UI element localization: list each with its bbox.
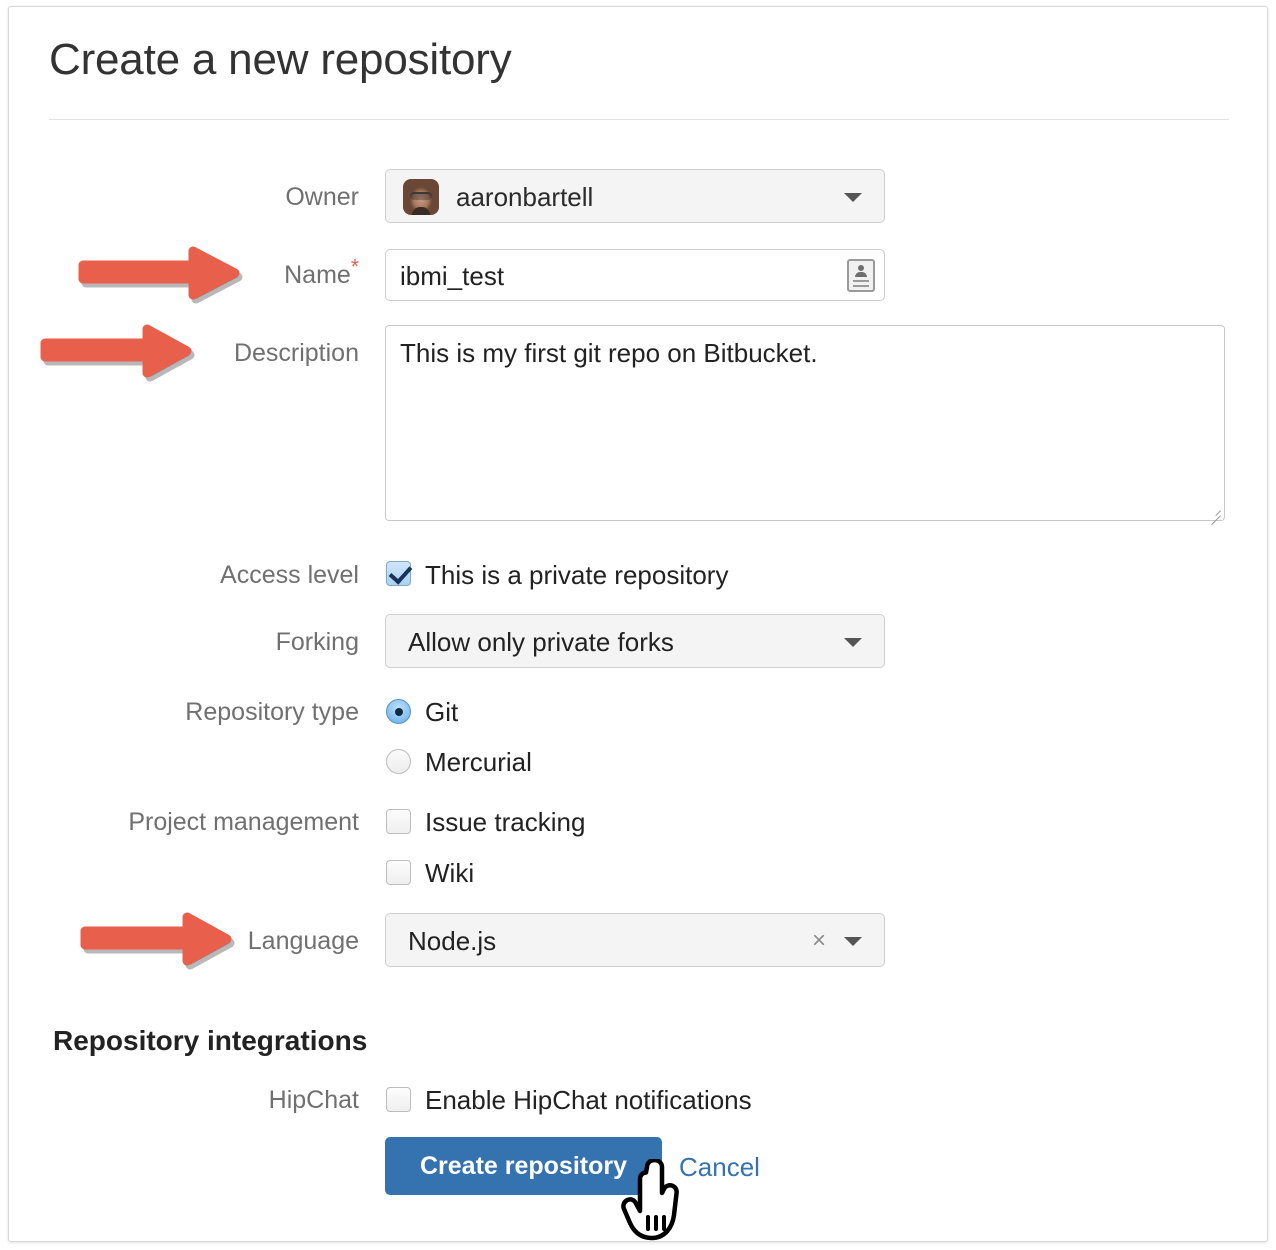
repository-type-option-mercurial-label: Mercurial	[425, 747, 532, 777]
forking-label: Forking	[275, 628, 359, 656]
cancel-button[interactable]: Cancel	[679, 1152, 760, 1183]
page-title: Create a new repository	[49, 35, 512, 84]
hipchat-notifications-label: Enable HipChat notifications	[425, 1085, 752, 1115]
create-repository-card: Create a new repository Owner aaronbarte…	[8, 6, 1268, 1242]
private-repository-label: This is a private repository	[425, 560, 729, 590]
description-textarea[interactable]: This is my first git repo on Bitbucket.	[385, 325, 1225, 526]
screenshot-root: Create a new repository Owner aaronbarte…	[0, 0, 1276, 1250]
chevron-down-icon	[844, 638, 862, 647]
private-repository-checkbox[interactable]	[386, 561, 411, 586]
repository-type-radio-git[interactable]	[386, 699, 411, 724]
description-value: This is my first git repo on Bitbucket.	[400, 338, 818, 368]
owner-value: aaronbartell	[456, 182, 594, 212]
chevron-down-icon	[844, 937, 862, 946]
repository-type-radio-mercurial[interactable]	[386, 749, 411, 774]
contact-card-icon[interactable]	[847, 259, 875, 292]
name-value: ibmi_test	[400, 261, 505, 291]
language-label: Language	[247, 927, 359, 955]
owner-label: Owner	[285, 183, 359, 211]
chevron-down-icon	[844, 193, 862, 202]
forking-value: Allow only private forks	[408, 627, 674, 657]
repository-integrations-heading: Repository integrations	[53, 1025, 368, 1056]
language-select[interactable]: Node.js ×	[385, 913, 885, 967]
wiki-checkbox[interactable]	[386, 860, 411, 885]
required-marker: *	[350, 255, 359, 279]
issue-tracking-label: Issue tracking	[425, 807, 586, 837]
clear-icon[interactable]: ×	[812, 928, 826, 954]
owner-select[interactable]: aaronbartell	[385, 169, 885, 223]
language-value: Node.js	[408, 926, 497, 956]
resize-handle-icon[interactable]	[1207, 503, 1221, 526]
avatar	[403, 179, 439, 215]
repository-type-option-git-label: Git	[425, 697, 459, 727]
name-input[interactable]: ibmi_test	[385, 249, 885, 301]
issue-tracking-checkbox[interactable]	[386, 809, 411, 834]
wiki-label: Wiki	[425, 858, 475, 888]
hipchat-label: HipChat	[268, 1086, 359, 1114]
name-label: Name*	[159, 257, 359, 290]
hipchat-notifications-checkbox[interactable]	[386, 1087, 411, 1112]
name-label-text: Name	[284, 261, 351, 289]
repository-type-label: Repository type	[185, 698, 359, 726]
description-label: Description	[233, 339, 359, 367]
project-management-label: Project management	[128, 808, 359, 836]
create-repository-button[interactable]: Create repository	[385, 1137, 662, 1195]
title-divider	[49, 119, 1229, 120]
forking-select[interactable]: Allow only private forks	[385, 614, 885, 668]
access-level-label: Access level	[220, 561, 359, 589]
